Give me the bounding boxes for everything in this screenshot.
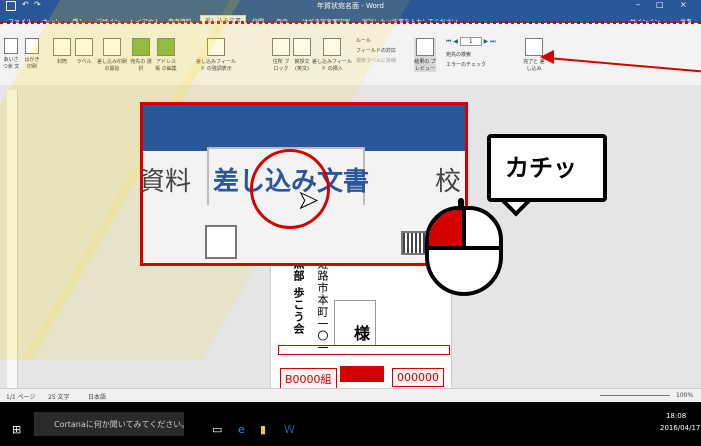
- postcard-code-left: B0000組: [280, 368, 337, 390]
- find-recipient-label: 宛先の検索: [446, 52, 472, 58]
- postcard-name: 黒部 歩こう会: [292, 258, 305, 335]
- task-view-icon[interactable]: ▭: [212, 423, 222, 436]
- speech-bubble: カチッ: [487, 134, 607, 202]
- status-bar: 1/1 ページ 25 文字 日本語 100%: [0, 388, 701, 403]
- close-icon[interactable]: ×: [680, 0, 687, 9]
- cortana-search-text: Cortanaに何か聞いてみてください。: [54, 420, 190, 429]
- mouse-icon: [425, 206, 503, 296]
- speech-bubble-text: カチッ: [505, 154, 577, 182]
- status-zoom[interactable]: 100%: [676, 392, 693, 399]
- find-recipient-button[interactable]: 宛先の検索: [446, 51, 471, 58]
- mouse-pointer-icon: ➤: [297, 186, 319, 215]
- postcard-stamp-area: [334, 300, 376, 346]
- record-nav[interactable]: ⏮ ◀ 1 ▶ ⏭: [446, 37, 496, 46]
- status-page[interactable]: 1/1 ページ: [6, 392, 35, 401]
- preview-results-label: 結果の プレビュー: [414, 59, 436, 72]
- greeting-label: あいさつ状 文: [2, 57, 20, 70]
- zoom-doc-icon: [205, 225, 237, 259]
- explorer-icon[interactable]: ▮: [260, 423, 266, 436]
- minimize-icon[interactable]: –: [636, 0, 640, 9]
- postcard-address: 姫路市本町一〇一: [316, 258, 329, 354]
- mouse-divider: [462, 210, 466, 248]
- zoom-tab-right: 校: [435, 167, 462, 197]
- postcard-code-right: 000000: [392, 368, 444, 387]
- postcard-code-row: [278, 345, 450, 355]
- postcard-red-logo: [340, 366, 384, 382]
- status-language[interactable]: 日本語: [88, 392, 106, 401]
- red-arrow-head: [540, 50, 554, 64]
- zoom-tab-bar: [143, 105, 465, 151]
- greeting-icon: [4, 38, 18, 54]
- record-index[interactable]: 1: [459, 37, 482, 46]
- mouse-left-button: [429, 210, 464, 248]
- check-errors-button[interactable]: エラーのチェック: [446, 61, 486, 68]
- mouse-divider: [429, 246, 499, 250]
- greeting-button[interactable]: あいさつ状 文: [2, 38, 20, 70]
- clock-date[interactable]: 2016/04/17: [660, 424, 700, 432]
- zoom-slider[interactable]: [600, 395, 670, 396]
- status-words[interactable]: 25 文字: [48, 392, 70, 401]
- check-errors-label: エラーのチェック: [446, 62, 487, 68]
- preview-results-icon: [416, 38, 434, 56]
- windows-start-icon[interactable]: ⊞: [12, 423, 21, 436]
- word-taskbar-icon[interactable]: W: [284, 423, 295, 436]
- preview-results-button[interactable]: 結果の プレビュー: [414, 38, 436, 72]
- edge-icon[interactable]: e: [238, 423, 245, 436]
- clock-time[interactable]: 18:08: [666, 412, 686, 420]
- maximize-icon[interactable]: □: [656, 0, 664, 9]
- zoom-tab-left: 資料: [140, 167, 192, 197]
